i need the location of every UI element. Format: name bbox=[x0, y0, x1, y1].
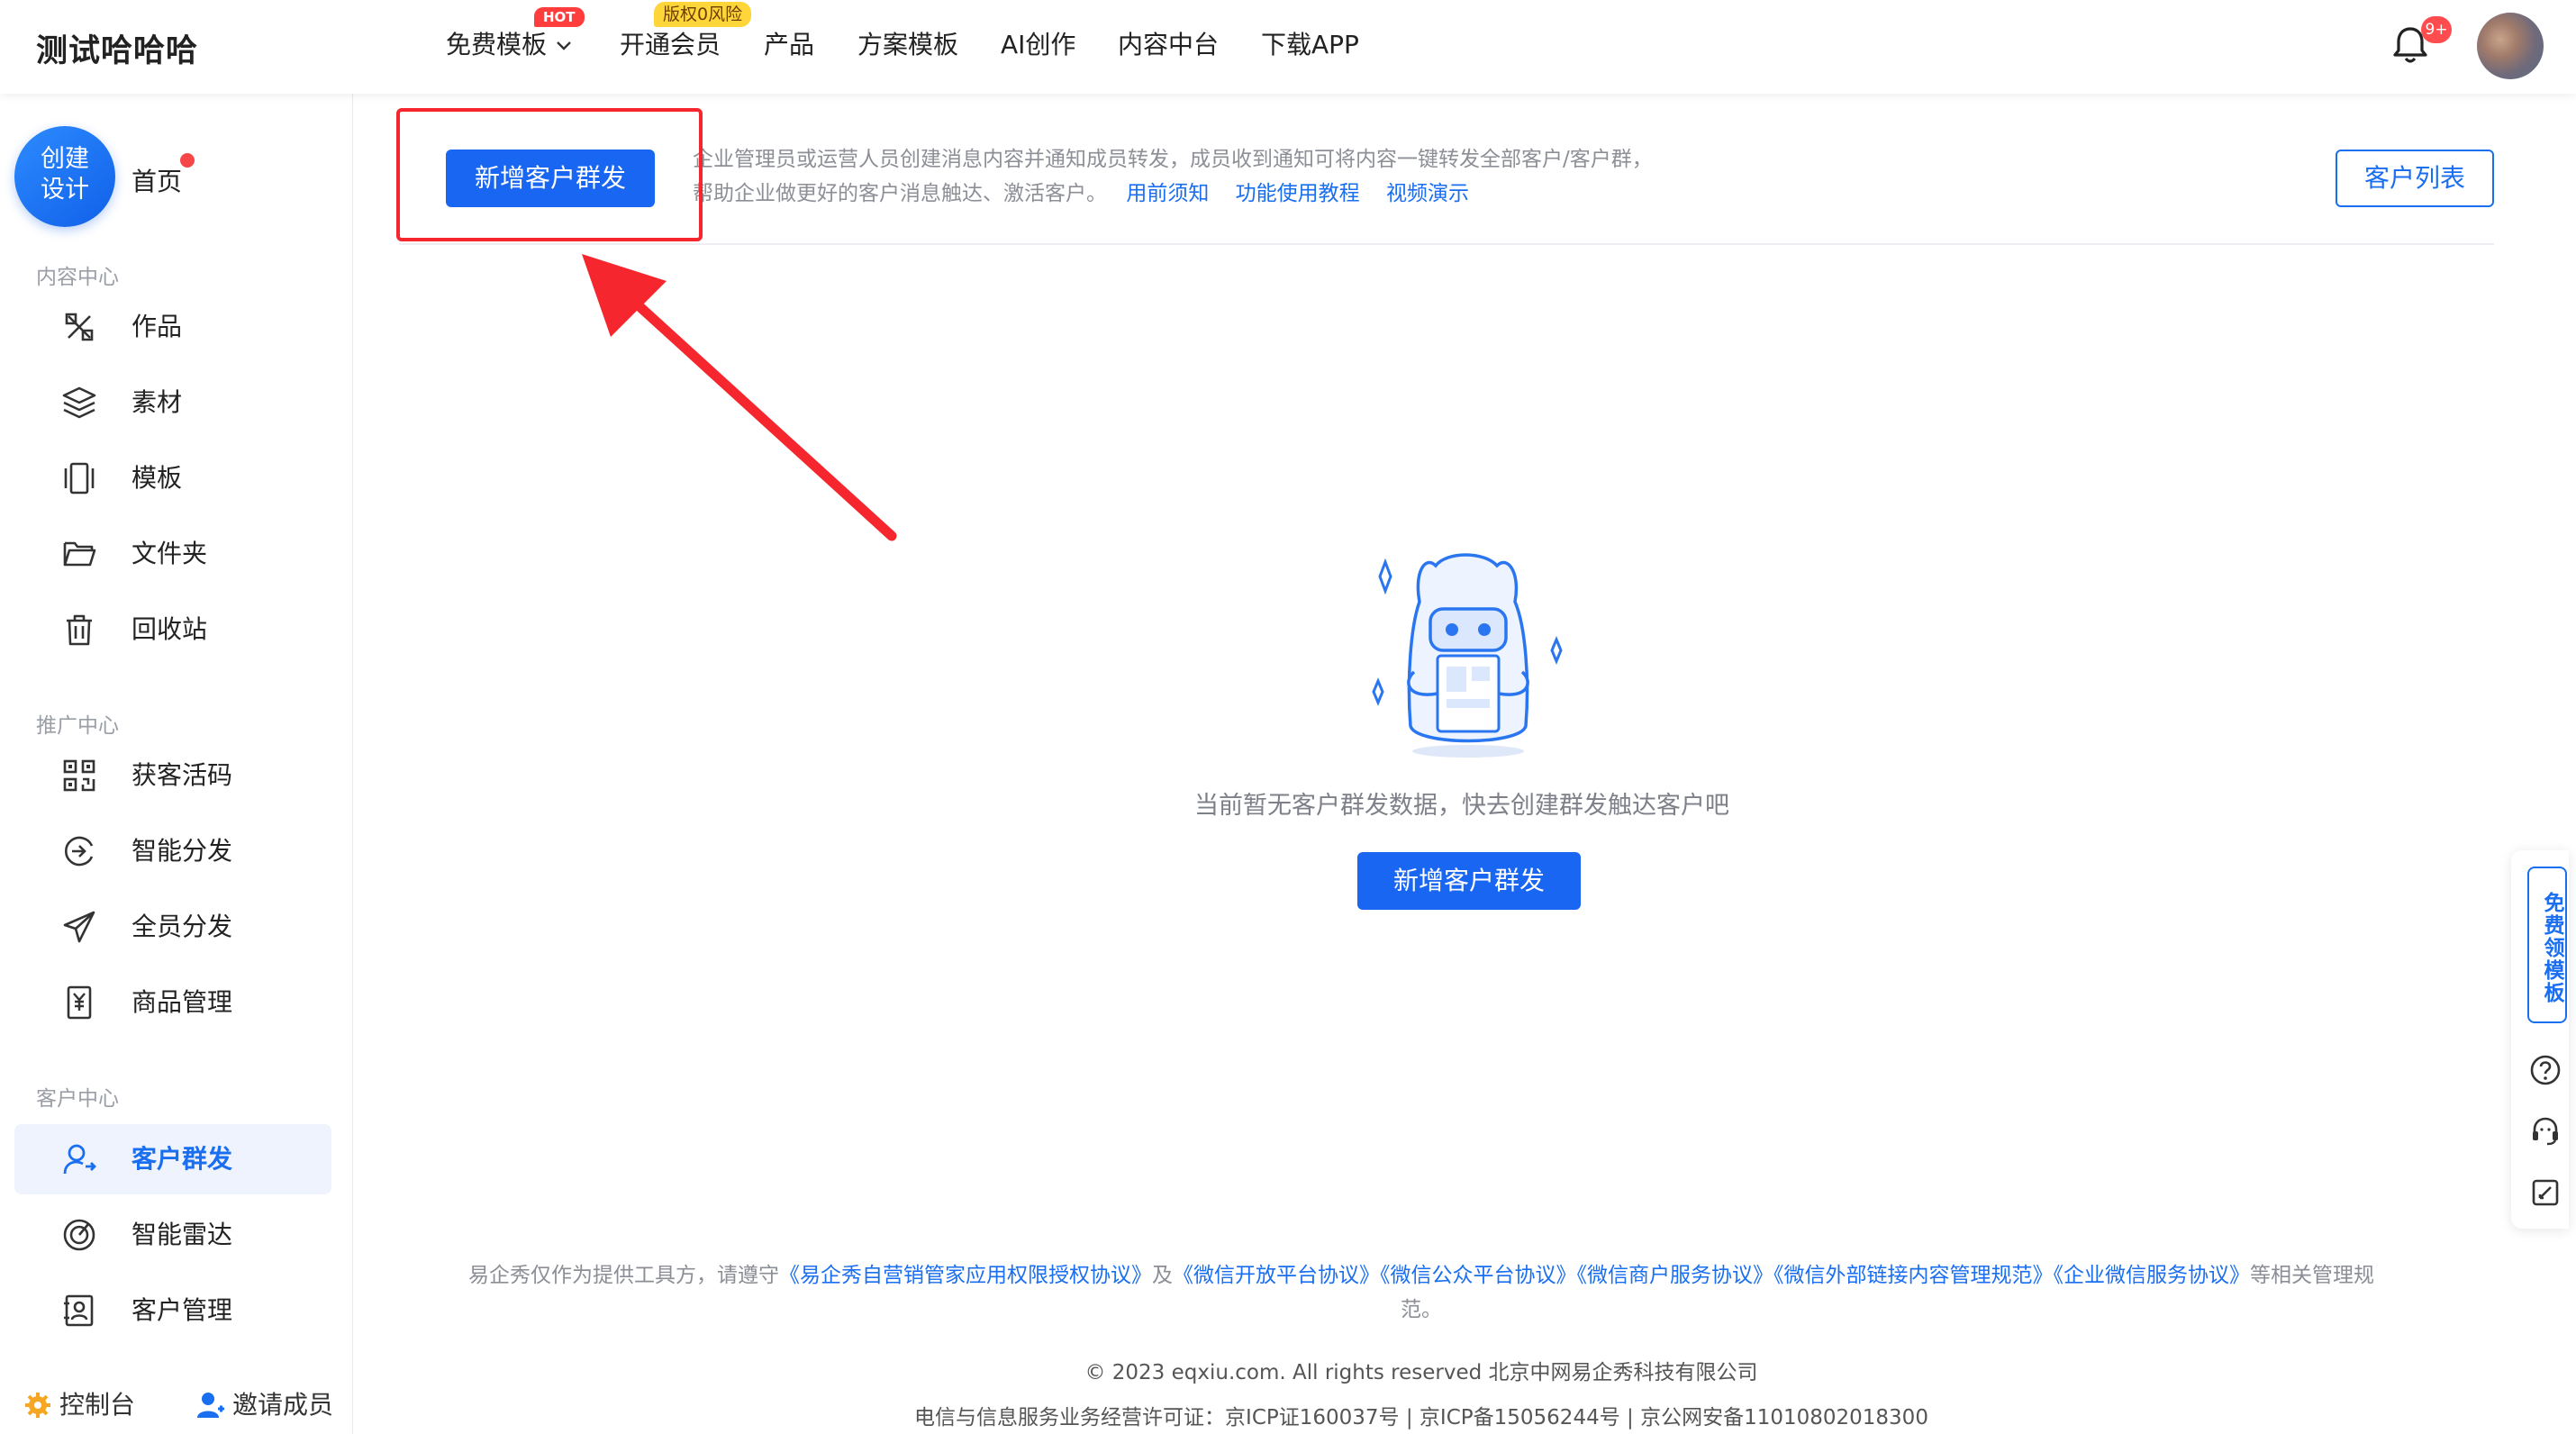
copyright: © 2023 eqxiu.com. All rights reserved 北京… bbox=[1084, 1361, 1758, 1384]
nav-solution-templates[interactable]: 方案模板 bbox=[857, 29, 958, 61]
top-header: 测试哈哈哈 HOT 免费模板 版权0风险 开通会员 产品 方案模板 AI创作 内… bbox=[0, 0, 2576, 94]
sidebar-item-smart-distribution[interactable]: 智能分发 bbox=[14, 816, 331, 886]
agreement-link[interactable]: 《企业微信服务协议》 bbox=[2054, 1264, 2251, 1287]
floating-toolbar: 免费领模板 bbox=[2511, 850, 2569, 1229]
contacts-icon bbox=[61, 1293, 97, 1329]
invite-member-link[interactable]: 邀请成员 bbox=[197, 1389, 333, 1421]
section-title-promotion: 推广中心 bbox=[36, 714, 119, 738]
add-user-icon bbox=[196, 1391, 225, 1420]
gear-icon bbox=[23, 1391, 52, 1420]
free-template-button[interactable]: 免费领模板 bbox=[2527, 867, 2567, 1023]
agreement-link[interactable]: 《微信商户服务协议》 bbox=[1577, 1264, 1774, 1287]
trash-icon bbox=[61, 612, 97, 648]
video-demo-link[interactable]: 视频演示 bbox=[1386, 182, 1469, 205]
send-icon bbox=[61, 909, 97, 945]
user-broadcast-icon bbox=[61, 1141, 97, 1177]
customer-list-button[interactable]: 客户列表 bbox=[2336, 150, 2494, 207]
chevron-down-icon bbox=[556, 41, 572, 51]
empty-state-text: 当前暂无客户群发数据，快去创建群发触达客户吧 bbox=[1194, 792, 1729, 820]
sidebar-item-works[interactable]: 作品 bbox=[14, 292, 331, 362]
agreement-link[interactable]: 《微信公众平台协议》 bbox=[1380, 1264, 1577, 1287]
agreement-link[interactable]: 《微信外部链接内容管理规范》 bbox=[1773, 1264, 2054, 1287]
nav-free-templates[interactable]: HOT 免费模板 bbox=[446, 7, 585, 61]
feedback-icon[interactable] bbox=[2529, 1176, 2562, 1209]
sidebar-item-customer-broadcast[interactable]: 客户群发 bbox=[14, 1124, 331, 1194]
nav-products[interactable]: 产品 bbox=[764, 29, 814, 61]
agreement-link[interactable]: 《易企秀自营销管家应用权限授权协议》 bbox=[779, 1264, 1152, 1287]
nav-membership[interactable]: 版权0风险 开通会员 bbox=[620, 2, 752, 61]
layers-icon bbox=[61, 385, 97, 421]
section-title-content: 内容中心 bbox=[36, 266, 119, 289]
sidebar-item-smart-radar[interactable]: 智能雷达 bbox=[14, 1200, 331, 1270]
tools-icon bbox=[61, 309, 97, 345]
agreement-link[interactable]: 《微信开放平台协议》 bbox=[1173, 1264, 1380, 1287]
create-design-button[interactable]: 创建 设计 bbox=[14, 126, 115, 227]
console-link[interactable]: 控制台 bbox=[25, 1389, 135, 1421]
radar-icon bbox=[61, 1217, 97, 1253]
template-icon bbox=[61, 460, 97, 496]
sidebar-item-goods-management[interactable]: 商品管理 bbox=[14, 967, 331, 1038]
sidebar-item-all-staff-distribution[interactable]: 全员分发 bbox=[14, 892, 331, 962]
hot-badge: HOT bbox=[534, 7, 585, 27]
sidebar-item-templates[interactable]: 模板 bbox=[14, 443, 331, 513]
help-icon[interactable] bbox=[2529, 1054, 2562, 1086]
feature-description: 企业管理员或运营人员创建消息内容并通知成员转发，成员收到通知可将内容一键转发全部… bbox=[693, 148, 1653, 205]
avatar[interactable] bbox=[2477, 13, 2544, 79]
copyright-badge: 版权0风险 bbox=[654, 2, 752, 27]
notification-dot bbox=[180, 153, 195, 168]
customer-service-icon[interactable] bbox=[2529, 1115, 2562, 1148]
footer-agreements-tail: 范。 bbox=[1401, 1298, 1442, 1321]
nav-content-hub[interactable]: 内容中台 bbox=[1118, 29, 1219, 61]
nav-ai-creation[interactable]: AI创作 bbox=[1001, 29, 1075, 61]
footer-agreements: 易企秀仅作为提供工具方，请遵守《易企秀自营销管家应用权限授权协议》及《微信开放平… bbox=[468, 1264, 2374, 1287]
notification-count-badge: 9+ bbox=[2421, 16, 2452, 43]
sidebar-item-recycle-bin[interactable]: 回收站 bbox=[14, 594, 331, 665]
license-info: 电信与信息服务业务经营许可证：京ICP证160037号 | 京ICP备15056… bbox=[914, 1406, 1928, 1429]
usage-notes-link[interactable]: 用前须知 bbox=[1126, 182, 1209, 205]
sidebar-item-folders[interactable]: 文件夹 bbox=[14, 519, 331, 589]
brand-name[interactable]: 测试哈哈哈 bbox=[36, 25, 198, 71]
sidebar-item-materials[interactable]: 素材 bbox=[14, 368, 331, 438]
sidebar: 创建 设计 首页 内容中心 作品 素材 模板 文件夹 回收站 推广中心 获客活码… bbox=[0, 94, 353, 1434]
sidebar-item-home[interactable]: 首页 bbox=[132, 162, 182, 198]
folder-icon bbox=[61, 536, 97, 572]
annotation-arrow-icon bbox=[558, 234, 919, 549]
tutorial-link[interactable]: 功能使用教程 bbox=[1236, 182, 1360, 205]
nav-download-app[interactable]: 下载APP bbox=[1261, 29, 1359, 61]
annotation-highlight-box bbox=[396, 108, 703, 241]
sidebar-item-customer-management[interactable]: 客户管理 bbox=[14, 1275, 331, 1346]
sidebar-item-lead-qrcode[interactable]: 获客活码 bbox=[14, 740, 331, 811]
section-title-customer: 客户中心 bbox=[36, 1087, 119, 1111]
distribute-icon bbox=[61, 833, 97, 869]
goods-icon bbox=[61, 985, 97, 1021]
empty-add-broadcast-button[interactable]: 新增客户群发 bbox=[1357, 852, 1581, 910]
qrcode-icon bbox=[61, 758, 97, 794]
